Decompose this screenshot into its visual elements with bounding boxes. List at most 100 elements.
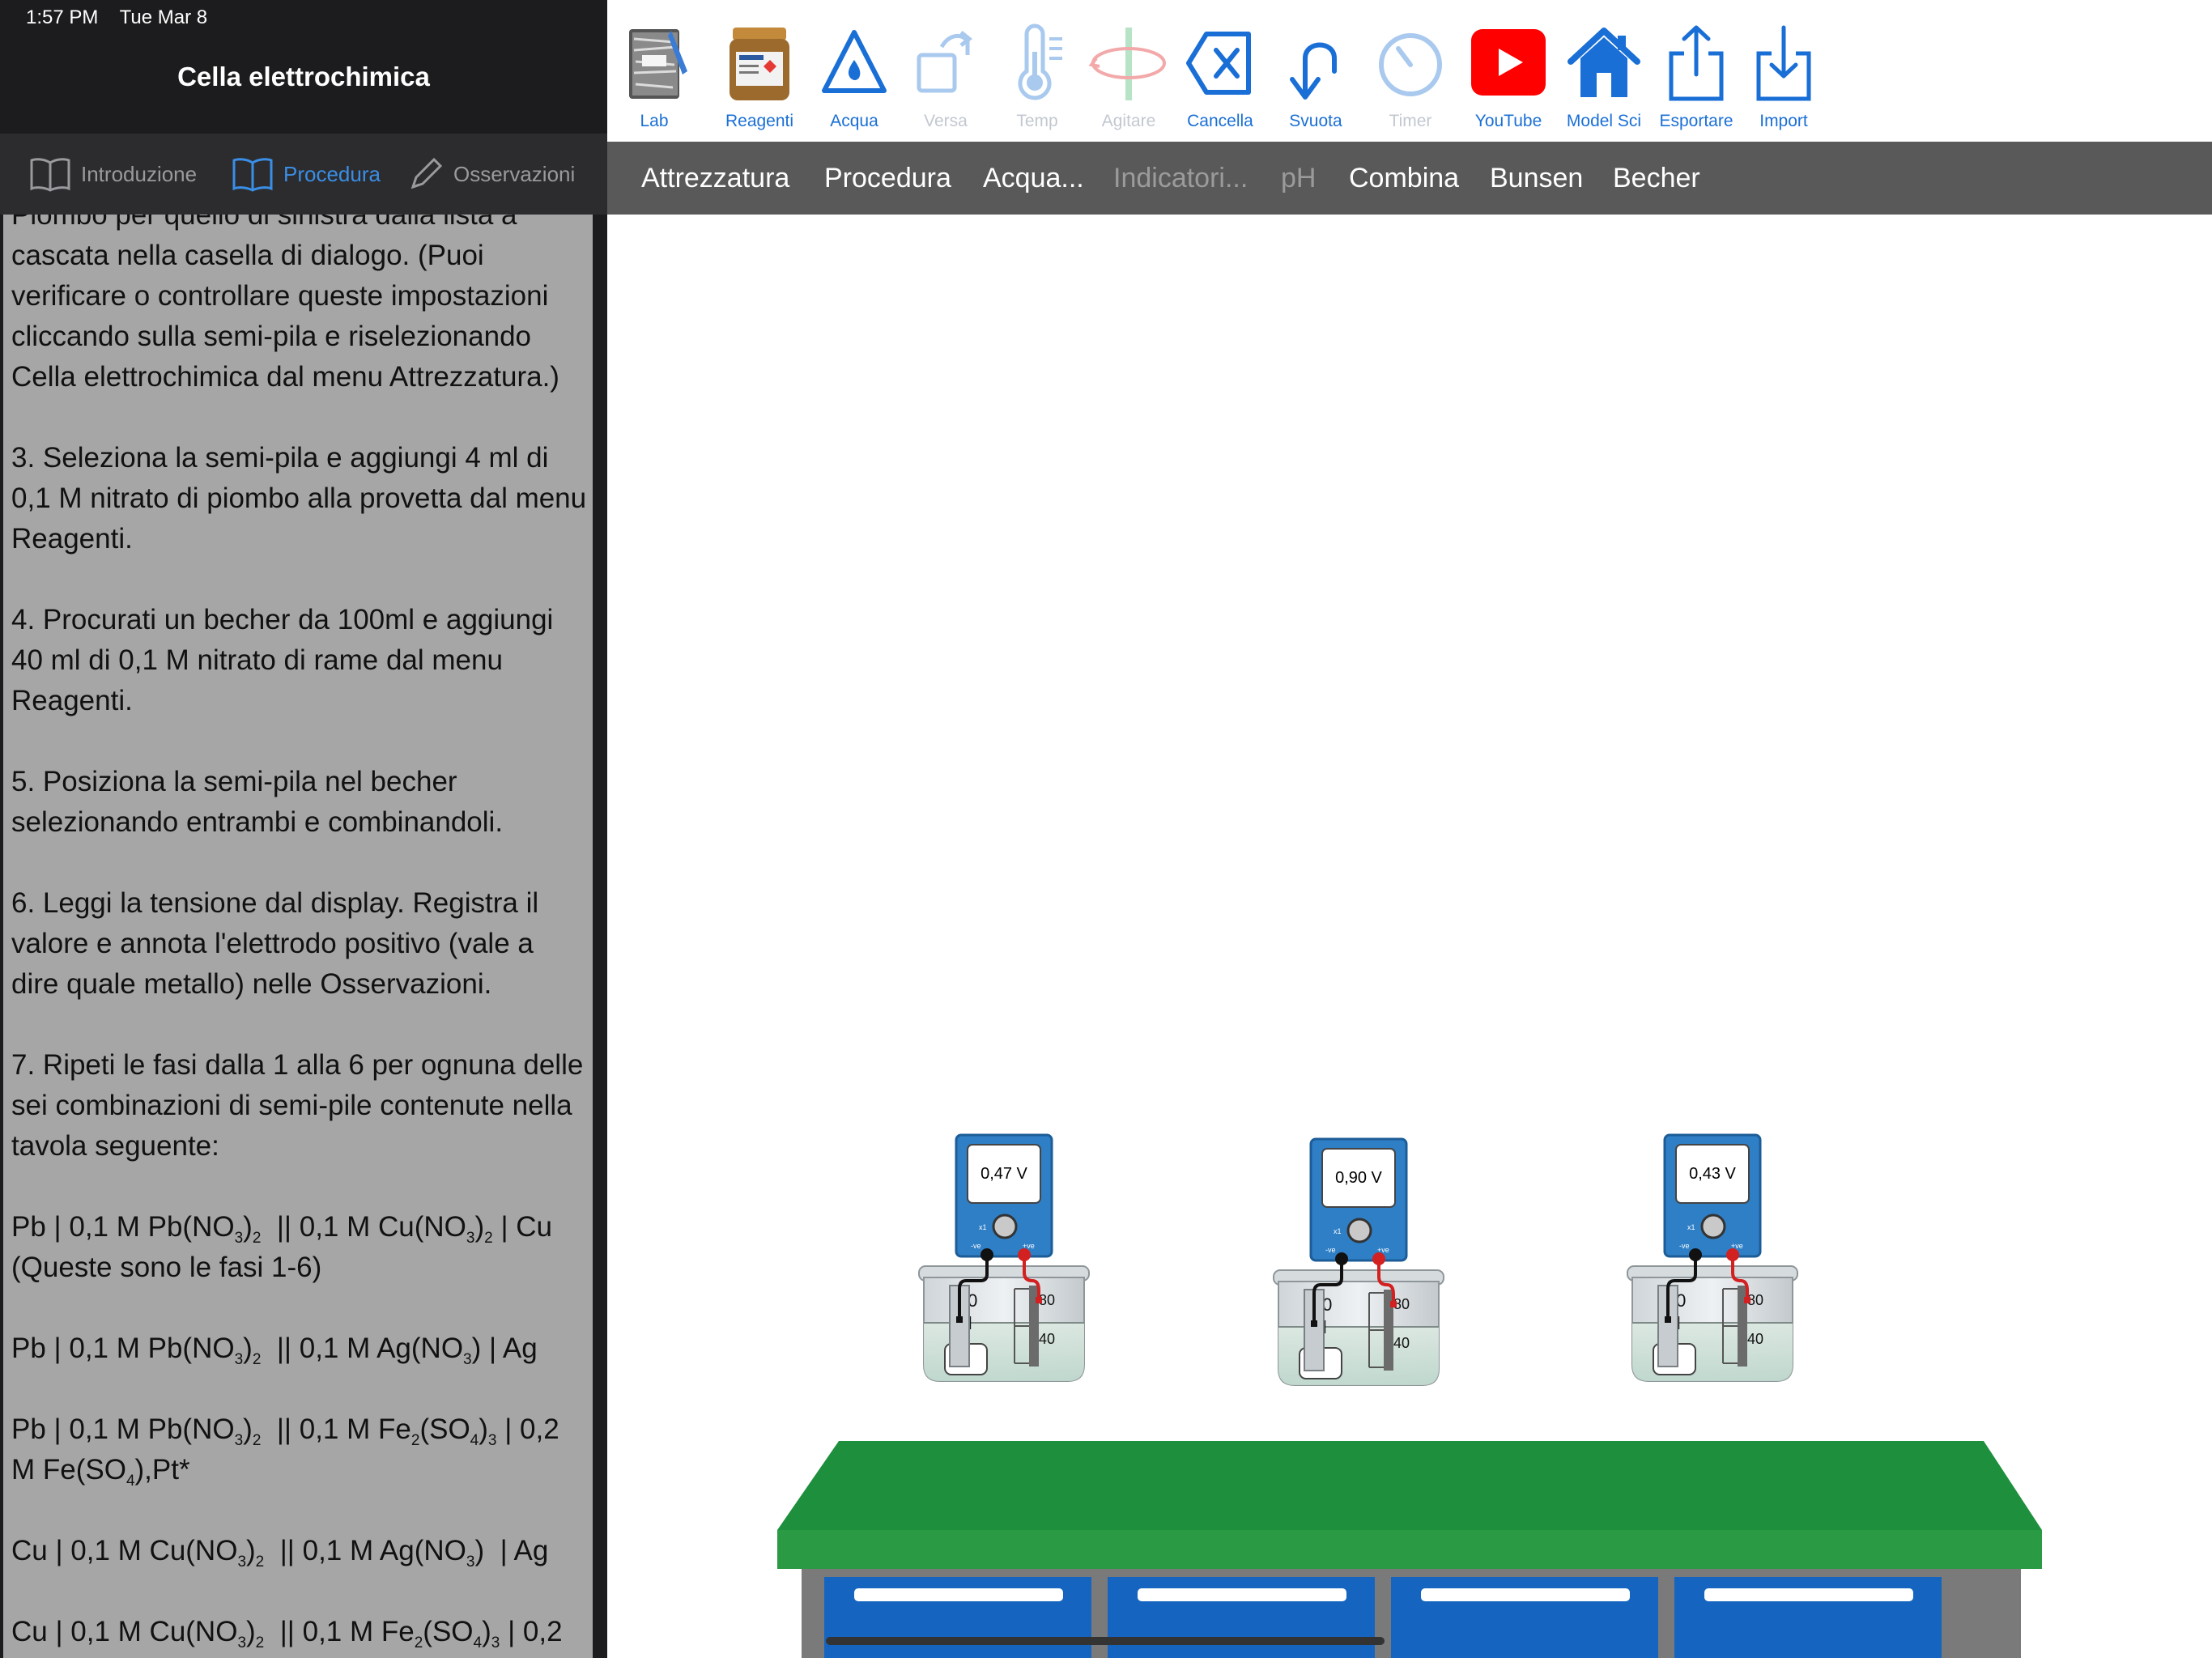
youtube-label: YouTube xyxy=(1474,112,1542,130)
tab-procedura[interactable]: Procedura xyxy=(232,134,381,215)
lab-label: Lab xyxy=(640,112,669,130)
menu-bar: Attrezzatura Procedura Acqua... Indicato… xyxy=(607,142,2212,215)
procedure-step-4: 4. Procurati un becher da 100ml e aggiun… xyxy=(11,604,554,716)
scale-40-label: 40 xyxy=(1393,1335,1410,1351)
youtube-icon xyxy=(1471,29,1546,96)
lab-button[interactable]: Lab xyxy=(610,18,699,131)
cancella-label: Cancella xyxy=(1187,112,1253,130)
cancella-button[interactable]: Cancella xyxy=(1176,18,1265,131)
voltmeter: 0,90 V x1 -ve +ve xyxy=(1309,1137,1408,1262)
agitare-button[interactable]: Agitare xyxy=(1084,18,1173,131)
voltage-readout: 0,43 V xyxy=(1689,1165,1736,1183)
reagent-jar-icon xyxy=(730,28,789,100)
procedure-step-5: 5. Posiziona la semi-pila nel becher sel… xyxy=(11,766,504,838)
model-sci-label: Model Sci xyxy=(1566,112,1642,130)
book-icon xyxy=(232,158,273,192)
menu-acqua[interactable]: Acqua... xyxy=(983,142,1084,215)
voltmeter: 0,43 V x1 -ve +ve xyxy=(1663,1133,1762,1258)
status-date: Tue Mar 8 xyxy=(119,6,208,28)
menu-indicatori[interactable]: Indicatori... xyxy=(1113,142,1248,215)
acqua-label: Acqua xyxy=(830,112,878,130)
sidebar: 1:57 PM Tue Mar 8 Cella elettrochimica I… xyxy=(0,0,607,1658)
lab-notebook-icon xyxy=(629,29,687,99)
procedure-note: (Queste sono le fasi 1-6) xyxy=(11,1252,322,1283)
range-label: x1 xyxy=(1334,1227,1342,1235)
timer-button[interactable]: Timer xyxy=(1366,18,1455,131)
tab-osservazioni[interactable]: Osservazioni xyxy=(408,134,575,215)
timer-label: Timer xyxy=(1389,112,1432,130)
cell-combination-5: Cu | 0,1 M Cu(NO3)2 || 0,1 M Fe2(SO4)3 |… xyxy=(11,1616,563,1651)
menu-combina[interactable]: Combina xyxy=(1349,142,1459,215)
lab-scene[interactable]: 0,47 V x1 -ve +ve 100 ml 80 40 xyxy=(607,215,2212,1658)
agitare-label: Agitare xyxy=(1101,112,1156,130)
tab-bar: Introduzione Procedura Osservazioni xyxy=(0,134,607,215)
versa-button[interactable]: Versa xyxy=(901,18,990,131)
esportare-button[interactable]: Esportare xyxy=(1652,18,1741,131)
menu-bunsen[interactable]: Bunsen xyxy=(1490,142,1583,215)
temp-label: Temp xyxy=(1016,112,1058,130)
electrochemical-cell-2[interactable]: 0,90 V x1 -ve +ve 100 ml 80 40 xyxy=(1273,1137,1444,1386)
procedure-para-0: Piombo per quello di sinistra dalla list… xyxy=(11,215,588,397)
menu-attrezzatura[interactable]: Attrezzatura xyxy=(641,142,789,215)
stir-icon xyxy=(1088,28,1166,100)
lab-scene-drawing: 0,47 V x1 -ve +ve 100 ml 80 40 xyxy=(777,1133,2042,1658)
pencil-icon xyxy=(410,157,443,189)
voltmeter: 0,47 V x1 -ve +ve xyxy=(955,1133,1053,1258)
menu-procedura[interactable]: Procedura xyxy=(824,142,951,215)
procedure-text: Piombo per quello di sinistra dalla list… xyxy=(11,215,588,1658)
tab-osservazioni-label: Osservazioni xyxy=(453,161,576,186)
acqua-button[interactable]: Acqua xyxy=(810,18,899,131)
cell-combination-4: Cu | 0,1 M Cu(NO3)2 || 0,1 M Ag(NO3) | A… xyxy=(11,1535,549,1571)
scale-40-label: 40 xyxy=(1039,1331,1055,1347)
versa-label: Versa xyxy=(924,112,968,130)
youtube-button[interactable]: YouTube xyxy=(1464,18,1553,131)
delete-icon xyxy=(1186,32,1251,95)
procedure-content[interactable]: Piombo per quello di sinistra dalla list… xyxy=(3,215,593,1658)
beaker: 100 ml 80 40 xyxy=(918,1265,1090,1382)
procedure-step-7: 7. Ripeti le fasi dalla 1 alla 6 per ogn… xyxy=(11,1049,584,1162)
import-label: Import xyxy=(1759,112,1808,130)
voltage-readout: 0,90 V xyxy=(1335,1169,1382,1187)
import-button[interactable]: Import xyxy=(1739,18,1828,131)
range-label: x1 xyxy=(1687,1223,1695,1231)
thermometer-icon xyxy=(1018,23,1062,100)
temp-button[interactable]: Temp xyxy=(993,18,1082,131)
beaker: 100 ml 80 40 xyxy=(1273,1269,1444,1386)
book-icon xyxy=(30,158,70,192)
tab-introduzione[interactable]: Introduzione xyxy=(29,134,197,215)
menu-becher[interactable]: Becher xyxy=(1613,142,1700,215)
reagenti-label: Reagenti xyxy=(725,112,794,130)
negative-terminal-label: -ve xyxy=(1679,1242,1690,1250)
status-bar: 1:57 PM Tue Mar 8 xyxy=(26,6,223,29)
toolbar: Lab Reagenti Acqua Versa Temp Agitare Ca… xyxy=(607,0,2212,142)
pour-icon xyxy=(917,31,973,93)
scale-40-label: 40 xyxy=(1747,1331,1763,1347)
menu-ph[interactable]: pH xyxy=(1281,142,1316,215)
home-indicator[interactable] xyxy=(826,1637,1385,1645)
procedure-para-1: cascata nella casella di dialogo. (Puoi … xyxy=(11,240,559,393)
beaker: 100 ml 80 40 xyxy=(1627,1265,1798,1382)
import-icon xyxy=(1756,25,1811,101)
procedure-step-6: 6. Leggi la tensione dal display. Regist… xyxy=(11,887,539,1000)
status-time: 1:57 PM xyxy=(26,6,99,28)
tab-procedura-label: Procedura xyxy=(283,161,381,186)
sidebar-title: Cella elettrochimica xyxy=(177,62,430,91)
lab-bench xyxy=(777,1441,2042,1658)
water-drop-icon xyxy=(822,30,887,93)
electrochemical-cell-3[interactable]: 0,43 V x1 -ve +ve 100 ml 80 40 xyxy=(1627,1133,1798,1382)
electrochemical-cell-1[interactable]: 0,47 V x1 -ve +ve 100 ml 80 40 xyxy=(918,1133,1090,1382)
home-icon xyxy=(1568,28,1640,97)
cell-combination-3: Pb | 0,1 M Pb(NO3)2 || 0,1 M Fe2(SO4)3 |… xyxy=(11,1413,559,1490)
tab-introduzione-label: Introduzione xyxy=(81,161,198,186)
range-label: x1 xyxy=(979,1223,987,1231)
reagenti-button[interactable]: Reagenti xyxy=(715,18,804,131)
negative-terminal-label: -ve xyxy=(971,1242,981,1250)
timer-icon xyxy=(1379,33,1442,96)
svuota-button[interactable]: Svuota xyxy=(1271,18,1360,131)
empty-icon xyxy=(1290,42,1337,100)
cell-combination-1: Pb | 0,1 M Pb(NO3)2 || 0,1 M Cu(NO3)2 | … xyxy=(11,1211,552,1283)
cell-combination-2: Pb | 0,1 M Pb(NO3)2 || 0,1 M Ag(NO3) | A… xyxy=(11,1333,538,1368)
model-sci-button[interactable]: Model Sci xyxy=(1559,18,1648,131)
negative-terminal-label: -ve xyxy=(1325,1246,1336,1254)
esportare-label: Esportare xyxy=(1659,112,1733,130)
